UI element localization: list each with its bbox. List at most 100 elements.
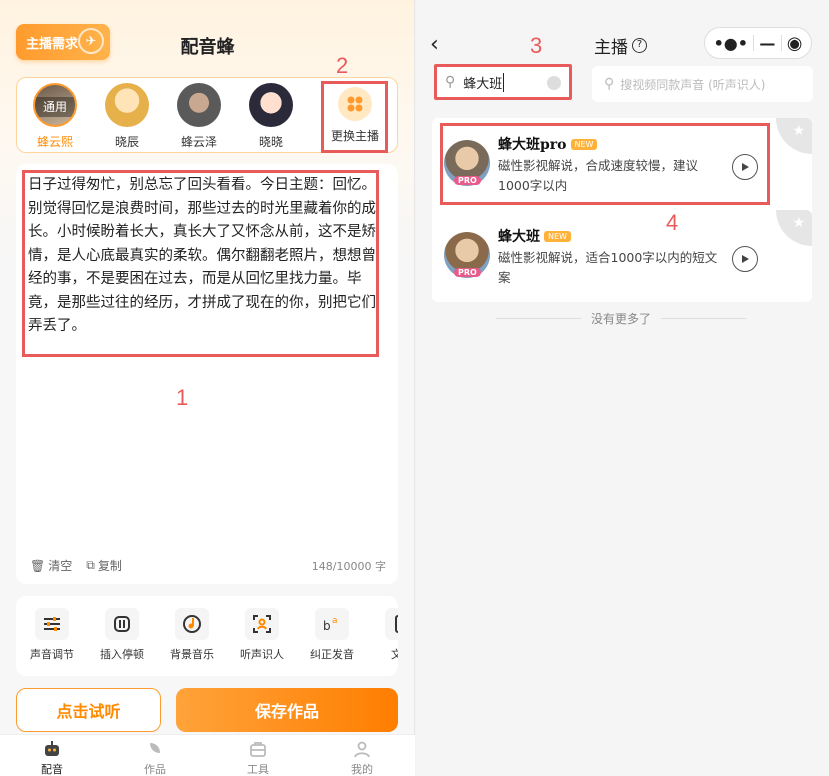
pause-icon — [105, 608, 139, 640]
divider — [661, 318, 747, 319]
copy-label: 复制 — [97, 559, 122, 573]
play-icon — [742, 163, 749, 171]
works-icon — [150, 743, 160, 753]
video-voice-search-input[interactable]: ⚲ 搜视频同款声音 (听声识人) — [592, 66, 813, 102]
annotation-number-1: 1 — [176, 385, 189, 410]
tool-label: 文案 — [391, 648, 398, 661]
copy-icon: ⧉ — [86, 558, 95, 572]
tool-label: 插入停顿 — [100, 648, 144, 661]
tool-copywriting[interactable]: 文案 — [372, 608, 398, 662]
page-title-text: 主播 — [594, 38, 628, 58]
host-name-text: 蜂大班 — [498, 229, 540, 245]
tool-label: 背景音乐 — [170, 648, 214, 661]
script-editor[interactable]: 日子过得匆忙，别总忘了回头看看。今日主题：回忆。 别觉得回忆是浪费时间，那些过去… — [16, 164, 398, 584]
copy-button[interactable]: ⧉ 复制 — [86, 557, 122, 574]
clear-label: 清空 — [48, 559, 73, 573]
annotation-number-4: 4 — [666, 210, 679, 235]
tab-label: 作品 — [144, 763, 166, 776]
tool-label: 纠正发音 — [310, 648, 354, 661]
scan-person-icon — [245, 608, 279, 640]
favorite-button[interactable]: ★ — [776, 118, 812, 154]
voice-item-2[interactable]: 蜂云泽 — [171, 83, 227, 150]
clear-search-icon[interactable] — [547, 76, 561, 90]
pro-badge: PRO — [454, 268, 481, 277]
document-icon — [385, 608, 398, 640]
trash-icon: 🗑 — [30, 558, 46, 573]
host-description: 磁性影视解说，合成速度较慢，建议1000字以内 — [498, 158, 699, 193]
back-icon[interactable]: ‹ — [430, 32, 439, 57]
voice-item-0[interactable]: 通用 蜂云熙 — [27, 83, 83, 150]
close-icon[interactable]: ◉ — [787, 33, 803, 54]
tool-insert-pause[interactable]: 插入停顿 — [92, 608, 152, 662]
voice-tag: 通用 — [35, 97, 75, 117]
page-title: 主播 ? — [594, 33, 647, 58]
star-icon: ★ — [792, 123, 805, 139]
tab-label: 工具 — [247, 763, 269, 776]
avatar — [177, 83, 221, 127]
play-icon — [742, 255, 749, 263]
change-host-label: 更换主播 — [330, 129, 379, 143]
pronunciation-icon: ba — [315, 608, 349, 640]
capsule-divider — [780, 35, 782, 51]
host-name: 蜂大班pro NEW — [498, 134, 598, 154]
music-icon — [175, 608, 209, 640]
annotation-number-2: 2 — [336, 53, 349, 78]
search-video-placeholder: 搜视频同款声音 (听声识人) — [620, 77, 766, 92]
new-badge: NEW — [570, 139, 598, 150]
avatar — [249, 83, 293, 127]
tab-dubbing[interactable]: 配音 — [22, 739, 82, 776]
svg-text:b: b — [323, 619, 331, 633]
new-badge: NEW — [544, 231, 571, 242]
list-end-indicator: 没有更多了 — [496, 310, 747, 327]
no-more-text: 没有更多了 — [591, 312, 652, 326]
divider — [496, 318, 581, 319]
miniprogram-capsule: •●• — ◉ — [704, 27, 812, 59]
robot-icon — [45, 741, 59, 756]
tool-voice-adjust[interactable]: 声音调节 — [22, 608, 82, 662]
help-icon[interactable]: ? — [632, 38, 647, 53]
grid-icon — [338, 87, 372, 121]
change-host-button[interactable]: 更换主播 — [322, 83, 388, 151]
tab-tools[interactable]: 工具 — [228, 739, 288, 776]
tab-label: 我的 — [351, 763, 373, 776]
editor-actions: 🗑 清空 ⧉ 复制 — [30, 557, 122, 574]
host-name: 蜂大班 NEW — [498, 226, 571, 246]
tool-background-music[interactable]: 背景音乐 — [162, 608, 222, 662]
tool-bar: 声音调节 插入停顿 背景音乐 听声识人 ba 纠正发音 文案 — [16, 596, 398, 676]
play-button[interactable] — [732, 246, 758, 272]
tool-voice-recognition[interactable]: 听声识人 — [232, 608, 292, 662]
annotation-number-3: 3 — [530, 33, 543, 58]
save-button[interactable]: 保存作品 — [176, 688, 398, 732]
tab-label: 配音 — [41, 763, 63, 776]
preview-button[interactable]: 点击试听 — [16, 688, 161, 732]
voice-item-3[interactable]: 晓晓 — [243, 83, 299, 150]
avatar: 通用 — [33, 83, 77, 127]
host-name-text: 蜂大班pro — [498, 137, 567, 153]
search-value: 蜂大班 — [463, 72, 505, 92]
play-button[interactable] — [732, 154, 758, 180]
tab-mine[interactable]: 我的 — [332, 739, 392, 776]
tab-works[interactable]: 作品 — [125, 739, 185, 776]
voice-name: 晓辰 — [114, 135, 139, 149]
voice-name: 蜂云泽 — [180, 135, 217, 149]
char-count: 148/10000 字 — [311, 560, 386, 573]
dubbing-panel: 主播需求 ✈ 配音蜂 通用 蜂云熙 晓辰 蜂云泽 晓晓 更换主播 日子过得匆忙，… — [0, 0, 415, 776]
star-icon: ★ — [792, 215, 805, 231]
host-search-input[interactable]: ⚲ 蜂大班 — [434, 64, 572, 100]
clear-button[interactable]: 🗑 清空 — [30, 557, 72, 574]
voice-item-1[interactable]: 晓辰 — [99, 83, 155, 150]
bottom-tabbar: 配音 作品 工具 我的 — [0, 734, 415, 776]
host-result-list: PRO 蜂大班pro NEW 磁性影视解说，合成速度较慢，建议1000字以内 ★ … — [432, 118, 812, 302]
favorite-button[interactable]: ★ — [776, 210, 812, 246]
sliders-icon — [35, 608, 69, 640]
tool-pronunciation[interactable]: ba 纠正发音 — [302, 608, 362, 662]
list-item[interactable]: PRO 蜂大班 NEW 磁性影视解说，适合1000字以内的短文案 ★ — [432, 210, 812, 298]
search-icon: ⚲ — [604, 76, 615, 92]
script-text[interactable]: 日子过得匆忙，别总忘了回头看看。今日主题：回忆。 别觉得回忆是浪费时间，那些过去… — [28, 174, 382, 339]
list-item[interactable]: PRO 蜂大班pro NEW 磁性影视解说，合成速度较慢，建议1000字以内 ★ — [432, 118, 812, 206]
minimize-icon[interactable]: — — [759, 34, 775, 53]
user-icon — [354, 741, 370, 758]
more-icon[interactable]: •●• — [714, 34, 748, 53]
avatar — [105, 83, 149, 127]
tool-label: 听声识人 — [240, 648, 284, 661]
